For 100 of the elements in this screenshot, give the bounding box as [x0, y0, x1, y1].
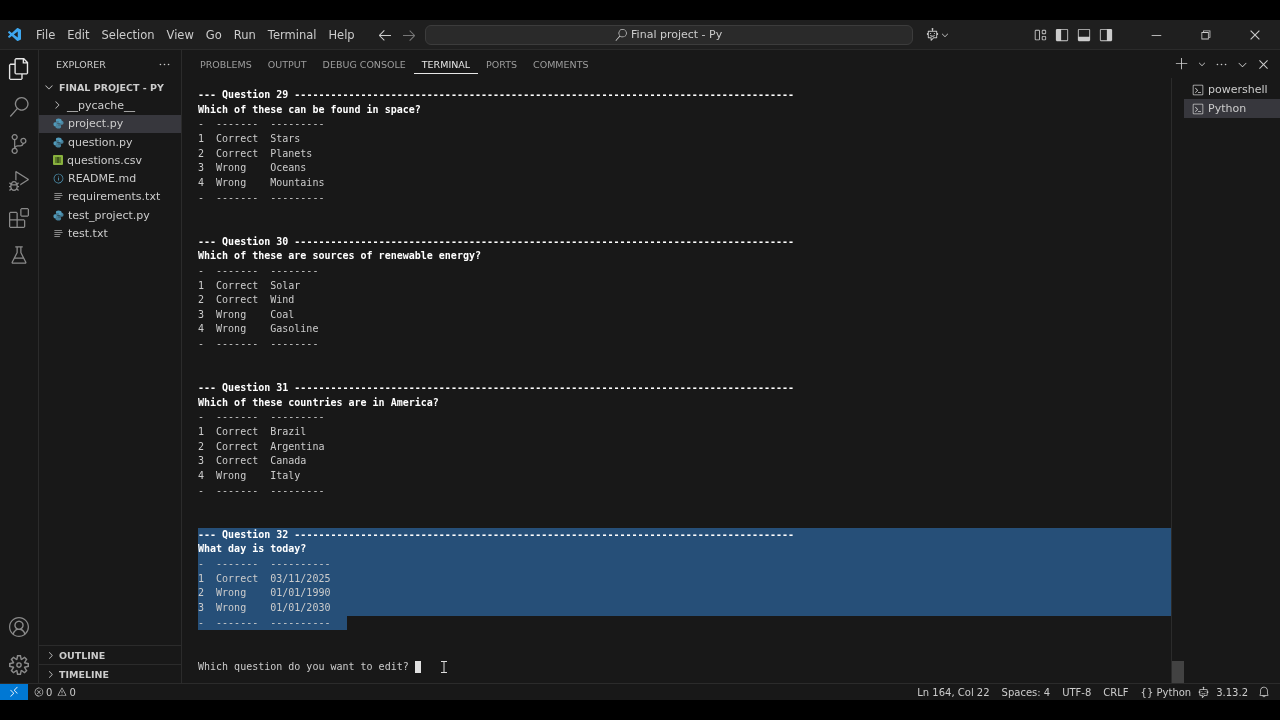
terminal-line: --- Question 30 ----------------------------------------------------------------------------------- [198, 235, 795, 247]
problems-status[interactable]: 0 0 [28, 686, 82, 698]
account-icon[interactable] [9, 617, 29, 637]
terminal-line: --- Question 32 ----------------------------------------------------------------------------------- [198, 528, 795, 540]
terminal-icon [1192, 102, 1204, 115]
terminal-line: 3 Correct Canada [198, 455, 307, 467]
explorer-row[interactable]: questions.csv [39, 151, 181, 170]
menu-item[interactable]: Help [322, 27, 361, 42]
terminal-line: Which of these can be found in space? [198, 103, 421, 115]
restore-icon[interactable] [1199, 28, 1212, 41]
menu-item[interactable]: File [30, 27, 62, 42]
menu-item[interactable]: View [160, 27, 200, 42]
terminal-line: Which of these countries are in America? [198, 396, 439, 408]
panel-tab[interactable]: OUTPUT [259, 54, 315, 74]
terminal-line: --- Question 29 ----------------------------------------------------------------------------------- [198, 89, 795, 100]
explorer-row[interactable]: question.py [39, 132, 181, 152]
menu-item[interactable]: Run [227, 27, 262, 42]
terminal-line: 1 Correct Stars [198, 132, 301, 144]
terminal-line: 4 Wrong Mountains [198, 176, 325, 188]
panel-tab[interactable]: COMMENTS [525, 54, 597, 74]
search-icon [615, 28, 628, 41]
terminal-line: 2 Correct Planets [198, 147, 313, 159]
explorer-row[interactable]: __pycache__ [39, 96, 181, 115]
python-file-icon [53, 136, 64, 148]
terminal-line: 4 Wrong Italy [198, 470, 301, 482]
terminal-line: 3 Wrong 01/01/2030 [198, 601, 331, 613]
terminal-line: 2 Correct Argentina [198, 440, 325, 452]
text-cursor [414, 660, 421, 673]
indentation-status[interactable]: Spaces: 4 [995, 686, 1057, 698]
explorer-row[interactable]: README.md [39, 169, 181, 188]
encoding-status[interactable]: UTF-8 [1056, 686, 1098, 698]
scrollbar-thumb[interactable] [1172, 661, 1184, 683]
terminal-line: What day is today? [198, 543, 307, 555]
info-icon [53, 173, 64, 185]
line-ending-status[interactable]: CRLF [1097, 686, 1135, 698]
remote-icon [8, 686, 20, 698]
panel-tab[interactable]: TERMINAL [413, 54, 479, 74]
sidebar-title: EXPLORER [56, 58, 106, 70]
panel-tab[interactable]: PORTS [478, 54, 526, 74]
menu-item[interactable]: Terminal [261, 27, 323, 42]
robot-icon[interactable] [1197, 685, 1211, 699]
terminal-line: 3 Wrong Coal [198, 308, 295, 320]
python-file-icon [53, 118, 64, 130]
run-debug-icon[interactable] [9, 171, 29, 191]
extensions-icon[interactable] [9, 208, 29, 228]
project-folder-row[interactable]: FINAL PROJECT - PY [39, 78, 181, 97]
python-file-icon [53, 209, 64, 221]
terminal-line: 2 Wrong 01/01/1990 [198, 587, 331, 599]
mouse-ibeam-icon [440, 660, 447, 673]
section-header[interactable]: OUTLINE [39, 645, 181, 664]
language-status[interactable]: {} Python [1134, 686, 1198, 698]
add-icon[interactable] [1175, 57, 1189, 71]
terminal-line: - ------- ---------- [198, 616, 331, 628]
source-control-icon[interactable] [9, 134, 29, 154]
terminal-line: --- Question 31 ----------------------------------------------------------------------------------- [198, 382, 795, 394]
search-icon[interactable] [9, 97, 29, 117]
explorer-row[interactable]: test.txt [39, 224, 181, 243]
terminal-line: 1 Correct 03/11/2025 [198, 572, 331, 584]
settings-icon[interactable] [9, 655, 29, 675]
sidebar-right-icon[interactable] [1099, 27, 1113, 42]
sidebar-left-icon[interactable] [1055, 27, 1069, 42]
python-version-status[interactable]: 3.13.2 [1210, 686, 1254, 698]
terminal-list-item[interactable]: powershell [1184, 80, 1280, 99]
terminal-line: 4 Wrong Gasoline [198, 323, 319, 335]
warning-icon [57, 687, 68, 697]
terminal-icon [1192, 83, 1204, 96]
explorer-row[interactable]: requirements.txt [39, 187, 181, 207]
terminal-line: - ------- --------- [198, 411, 325, 423]
terminal-line: 1 Correct Brazil [198, 426, 307, 438]
terminal-prompt: Which question do you want to edit? [198, 660, 409, 672]
panel-layout-icon[interactable] [1077, 27, 1091, 42]
command-center-field[interactable]: Final project - Py [424, 24, 913, 45]
menu-item[interactable]: Edit [61, 27, 96, 42]
panel-tab[interactable]: DEBUG CONSOLE [314, 54, 414, 74]
terminal-line: 2 Correct Wind [198, 294, 295, 306]
menu-item[interactable]: Selection [95, 27, 161, 42]
close-icon[interactable] [1257, 57, 1270, 71]
app-logo-icon [7, 26, 23, 43]
terminal-line: - ------- --------- [198, 191, 325, 203]
menu-item[interactable]: Go [199, 27, 228, 42]
terminal-line: - ------- -------- [198, 338, 319, 350]
terminal-line: - ------- --------- [198, 484, 325, 496]
files-icon[interactable] [8, 58, 30, 80]
terminal-line: - ------- ---------- [198, 557, 331, 569]
text-file-icon [53, 228, 64, 239]
spreadsheet-file-icon [53, 155, 63, 166]
layout-icon[interactable] [1033, 27, 1047, 42]
text-file-icon [53, 191, 64, 203]
flask-icon[interactable] [9, 245, 29, 265]
panel-tab[interactable]: PROBLEMS [192, 54, 260, 74]
terminal-line: - ------- -------- [198, 264, 319, 276]
terminal-line: Which of these are sources of renewable energy? [198, 250, 481, 262]
bell-icon[interactable] [1258, 686, 1270, 698]
explorer-row[interactable]: test_project.py [39, 206, 181, 225]
explorer-row[interactable]: project.py [39, 114, 181, 133]
terminal-line: 1 Correct Solar [198, 279, 301, 291]
terminal-list-item[interactable]: Python [1184, 99, 1280, 118]
cursor-position[interactable]: Ln 164, Col 22 [911, 686, 996, 698]
robot-icon[interactable] [924, 27, 940, 42]
terminal-line: - ------- --------- [198, 118, 325, 130]
